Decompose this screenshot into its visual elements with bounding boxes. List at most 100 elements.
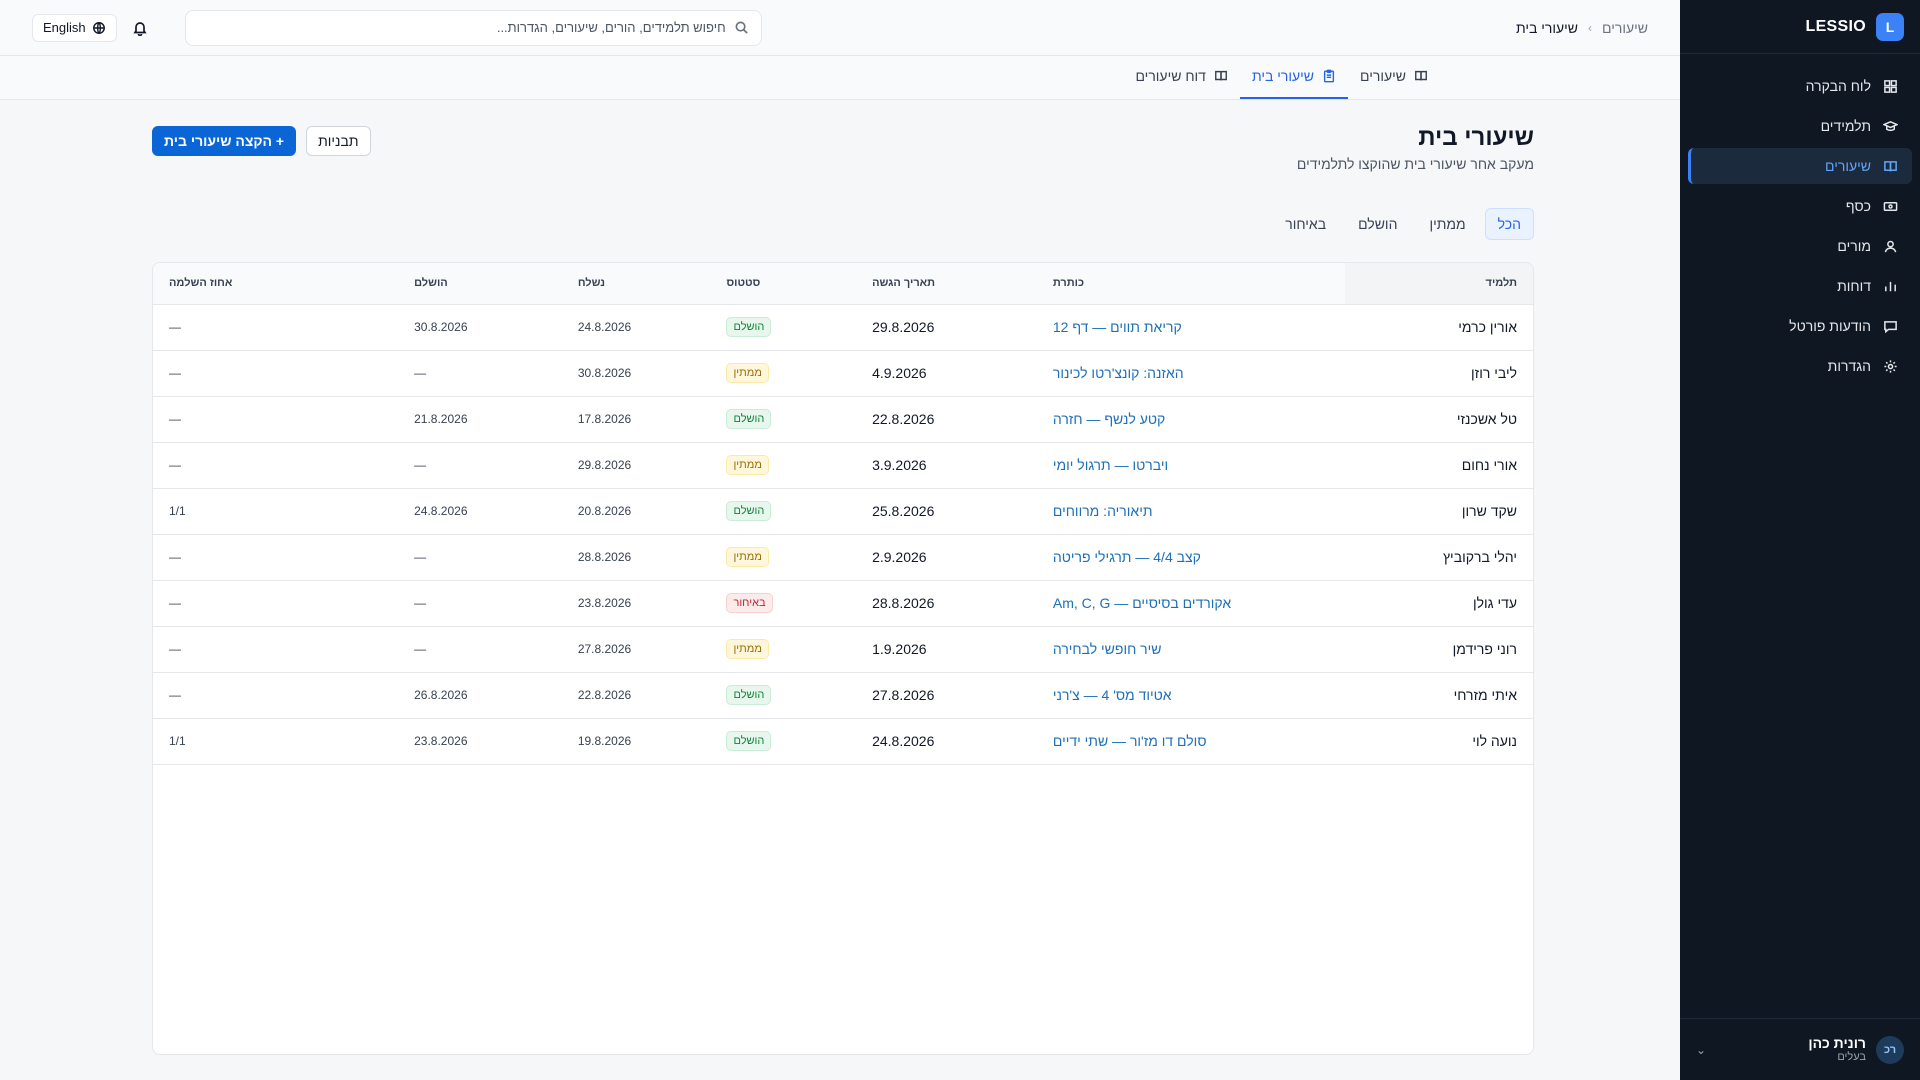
tab-homework[interactable]: שיעורי בית bbox=[1239, 55, 1349, 99]
table-row[interactable]: אורי נחום ויברטו — תרגול יומי 3.9.2026 ממתי… bbox=[153, 442, 1533, 489]
tab-lessons-report[interactable]: דוח שיעורים bbox=[1123, 55, 1239, 99]
table-row[interactable]: ליבי רוזן האזנה: קונצ'רטו לכינור 4.9.2026 מ… bbox=[153, 350, 1533, 397]
notifications-button[interactable] bbox=[131, 19, 149, 37]
table-row[interactable]: שקד שרון תיאוריה: מרווחים 25.8.2026 הושלם 20… bbox=[153, 488, 1533, 535]
completion-rate: — bbox=[169, 366, 181, 380]
tab-label: דוח שיעורים bbox=[1135, 68, 1206, 84]
sidebar-item-money[interactable]: כסף bbox=[1688, 188, 1912, 224]
table-cell-status: ממתין bbox=[710, 350, 857, 397]
table-cell-title: סולם דו מז'ור — שתי ידיים bbox=[1036, 718, 1346, 765]
book-icon bbox=[1884, 160, 1897, 171]
filter-overdue[interactable]: באיחור bbox=[1272, 208, 1339, 240]
sidebar-item-dashboard[interactable]: לוח הבקרה bbox=[1688, 68, 1912, 104]
homework-title[interactable]: קטע לנשף — חזרה bbox=[1053, 411, 1165, 427]
sidebar-item-settings[interactable]: הגדרות bbox=[1688, 348, 1912, 384]
completion-rate: 1/1 bbox=[169, 504, 186, 518]
header-sent[interactable]: נשלח bbox=[561, 263, 711, 305]
header-due-date[interactable]: תאריך הגשה bbox=[856, 263, 1037, 305]
table-cell-due: 24.8.2026 bbox=[856, 718, 1037, 765]
completion-rate: — bbox=[169, 412, 181, 426]
templates-button[interactable]: תבניות bbox=[306, 126, 371, 156]
table-cell-pct: — bbox=[153, 534, 399, 581]
completed-date: 21.8.2026 bbox=[414, 412, 468, 426]
table-cell-student: אורי נחום bbox=[1345, 442, 1533, 489]
globe-icon bbox=[92, 21, 105, 34]
table-cell-title: תיאוריה: מרווחים bbox=[1036, 488, 1346, 535]
table-cell-pct: — bbox=[153, 580, 399, 627]
due-date: 24.8.2026 bbox=[872, 733, 935, 749]
status-badge: באיחור bbox=[726, 593, 773, 613]
table-cell-title: אקורדים בסיסיים — Am, C, G bbox=[1036, 580, 1346, 627]
sidebar-item-reports[interactable]: דוחות bbox=[1688, 268, 1912, 304]
table-cell-pct: — bbox=[153, 626, 399, 673]
completed-date: 26.8.2026 bbox=[414, 688, 468, 702]
table-cell-student: רוני פרידמן bbox=[1345, 626, 1533, 673]
breadcrumb: שיעורים › שיעורי בית bbox=[1516, 20, 1648, 36]
completed-date: 23.8.2026 bbox=[414, 734, 468, 748]
chevron-left-icon: › bbox=[1588, 20, 1593, 35]
sidebar-item-lessons[interactable]: שיעורים bbox=[1688, 148, 1912, 184]
table-cell-sent: 20.8.2026 bbox=[561, 488, 711, 535]
status-badge: ממתין bbox=[726, 455, 769, 475]
table-row[interactable]: טל אשכנזי קטע לנשף — חזרה 22.8.2026 הושלם 17… bbox=[153, 396, 1533, 443]
topbar: שיעורים › שיעורי בית English bbox=[0, 0, 1680, 56]
sidebar-item-portal-messages[interactable]: הודעות פורטל bbox=[1688, 308, 1912, 344]
homework-title[interactable]: אטיוד מס' 4 — צ'רני bbox=[1053, 687, 1172, 703]
language-button[interactable]: English bbox=[32, 13, 117, 42]
breadcrumb-root[interactable]: שיעורים bbox=[1602, 20, 1648, 36]
table-row[interactable]: נועה לוי סולם דו מז'ור — שתי ידיים 24.8.20… bbox=[153, 718, 1533, 765]
filter-pending[interactable]: ממתין bbox=[1416, 208, 1478, 240]
sidebar-item-teachers[interactable]: מורים bbox=[1688, 228, 1912, 264]
table-row[interactable]: עדי גולן אקורדים בסיסיים — Am, C, G 28.8.2… bbox=[153, 580, 1533, 627]
student-name: רוני פרידמן bbox=[1452, 641, 1517, 657]
homework-title[interactable]: האזנה: קונצ'רטו לכינור bbox=[1053, 365, 1184, 381]
homework-title[interactable]: ויברטו — תרגול יומי bbox=[1053, 457, 1168, 473]
homework-title[interactable]: קריאת תווים — דף 12 bbox=[1053, 319, 1182, 335]
table-cell-done: 30.8.2026 bbox=[398, 304, 562, 351]
brand[interactable]: L LESSIO bbox=[1680, 0, 1920, 54]
gear-icon bbox=[1884, 359, 1897, 373]
student-name: איתי מזרחי bbox=[1453, 687, 1517, 703]
table-cell-title: אטיוד מס' 4 — צ'רני bbox=[1036, 672, 1346, 719]
table-row[interactable]: איתי מזרחי אטיוד מס' 4 — צ'רני 27.8.2026 הו… bbox=[153, 672, 1533, 719]
filter-completed[interactable]: הושלם bbox=[1345, 208, 1410, 240]
sidebar-item-label: כסף bbox=[1845, 198, 1871, 214]
chevron-down-icon[interactable]: ⌄ bbox=[1696, 1043, 1706, 1057]
header-title[interactable]: כותרת bbox=[1036, 263, 1346, 305]
page-title: שיעורי בית bbox=[1418, 124, 1534, 151]
sent-date: 20.8.2026 bbox=[577, 504, 632, 518]
table-cell-done: 26.8.2026 bbox=[398, 672, 562, 719]
table-cell-sent: 17.8.2026 bbox=[561, 396, 711, 443]
filter-all[interactable]: הכל bbox=[1484, 208, 1534, 240]
table-cell-title: שיר חופשי לבחירה bbox=[1036, 626, 1346, 673]
table-row[interactable]: רוני פרידמן שיר חופשי לבחירה 1.9.2026 ממתין… bbox=[153, 626, 1533, 673]
student-name: שקד שרון bbox=[1461, 503, 1517, 519]
brand-name: LESSIO bbox=[1805, 17, 1866, 35]
header-student[interactable]: תלמיד bbox=[1345, 263, 1533, 305]
table-row[interactable]: יהלי ברקוביץ קצב 4/4 — תרגילי פריטה 2.9.20… bbox=[153, 534, 1533, 581]
homework-title[interactable]: סולם דו מז'ור — שתי ידיים bbox=[1053, 733, 1207, 749]
assign-homework-button[interactable]: + הקצה שיעורי בית bbox=[152, 126, 297, 156]
homework-title[interactable]: קצב 4/4 — תרגילי פריטה bbox=[1053, 549, 1201, 565]
user-menu[interactable]: רכ רונית כהן בעלים ⌄ bbox=[1680, 1018, 1920, 1080]
table-cell-title: קצב 4/4 — תרגילי פריטה bbox=[1036, 534, 1346, 581]
homework-title[interactable]: תיאוריה: מרווחים bbox=[1053, 503, 1153, 519]
search-box[interactable] bbox=[184, 9, 762, 46]
header-completion-rate[interactable]: אחוז השלמה bbox=[153, 263, 399, 305]
tab-lessons[interactable]: שיעורים bbox=[1348, 55, 1440, 99]
homework-table: תלמיד כותרת תאריך הגשה סטטוס נשלח הושלם … bbox=[153, 263, 1533, 765]
search-input[interactable] bbox=[197, 20, 726, 35]
sidebar-item-students[interactable]: תלמידים bbox=[1688, 108, 1912, 144]
user-name: רונית כהן bbox=[1808, 1034, 1866, 1051]
user-icon bbox=[1884, 240, 1897, 252]
sent-date: 27.8.2026 bbox=[577, 642, 632, 656]
homework-title[interactable]: שיר חופשי לבחירה bbox=[1053, 641, 1162, 657]
homework-title[interactable]: אקורדים בסיסיים — Am, C, G bbox=[1053, 595, 1231, 611]
message-icon bbox=[1884, 320, 1897, 333]
table-row[interactable]: אורין כרמי קריאת תווים — דף 12 29.8.2026 הו… bbox=[153, 304, 1533, 351]
student-name: טל אשכנזי bbox=[1456, 411, 1517, 427]
table-cell-pct: — bbox=[153, 304, 399, 351]
table-cell-pct: — bbox=[153, 442, 399, 489]
header-status[interactable]: סטטוס bbox=[710, 263, 857, 305]
header-completed[interactable]: הושלם bbox=[398, 263, 562, 305]
